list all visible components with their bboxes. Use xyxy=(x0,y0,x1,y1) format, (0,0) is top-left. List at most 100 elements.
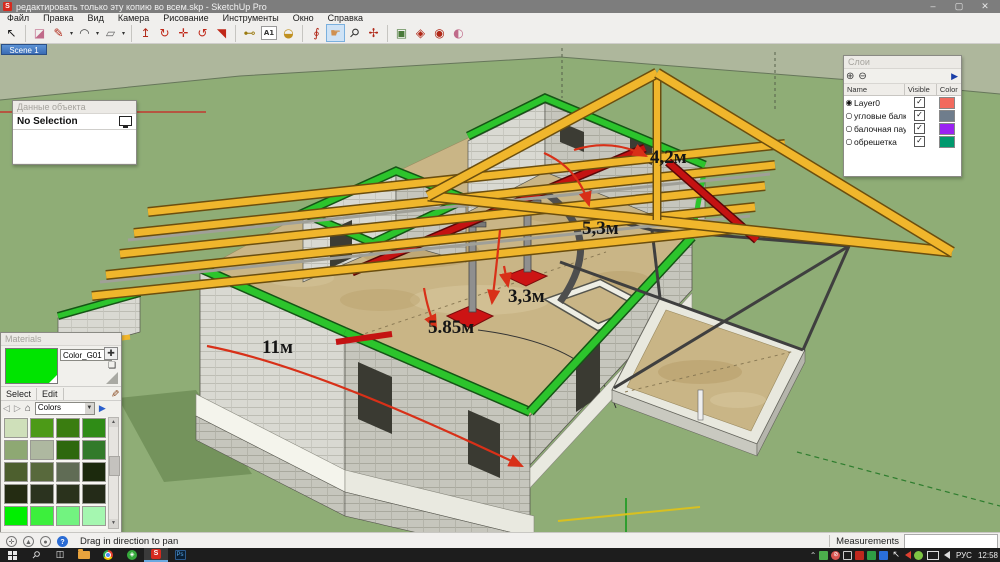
minimize-button[interactable]: – xyxy=(920,0,946,13)
muted-speaker-icon[interactable] xyxy=(905,551,911,559)
globe-tool[interactable]: ◉ xyxy=(430,24,449,42)
map-tool[interactable]: ◈ xyxy=(411,24,430,42)
text-tool[interactable]: A1 xyxy=(261,26,277,40)
close-button[interactable]: ✕ xyxy=(972,0,998,13)
color-swatch[interactable] xyxy=(4,484,28,504)
select-tool[interactable]: ↖ xyxy=(2,24,21,42)
file-explorer-button[interactable] xyxy=(72,548,96,562)
create-material-icon[interactable]: ✚ xyxy=(104,347,118,360)
scroll-up-icon[interactable]: ▲ xyxy=(109,418,118,427)
collection-dropdown[interactable]: Colors▼ xyxy=(35,402,95,415)
layer-row[interactable]: ○ обрешетка ✓ xyxy=(844,135,961,148)
color-swatch[interactable] xyxy=(82,440,106,460)
chrome-button[interactable] xyxy=(96,548,120,562)
measurements-input[interactable] xyxy=(904,534,998,549)
visible-checkbox[interactable]: ✓ xyxy=(914,136,925,147)
export-tool[interactable]: ◐ xyxy=(449,24,468,42)
color-swatch[interactable] xyxy=(30,506,54,526)
arc-tool-dropdown-icon[interactable]: ▾ xyxy=(94,30,101,37)
follow-me-tool[interactable]: ↺ xyxy=(193,24,212,42)
menu-edit[interactable]: Правка xyxy=(36,13,80,23)
sketchup-taskbar-button[interactable]: S xyxy=(144,548,168,562)
color-swatch[interactable] xyxy=(82,418,106,438)
column-name[interactable]: Name xyxy=(844,84,905,95)
scroll-down-icon[interactable]: ▼ xyxy=(109,519,118,528)
tray-icon-device[interactable] xyxy=(843,551,852,560)
layer-color-chip[interactable] xyxy=(939,123,955,135)
layer-color-chip[interactable] xyxy=(939,110,955,122)
color-swatch[interactable] xyxy=(4,440,28,460)
color-swatch[interactable] xyxy=(4,506,28,526)
visible-checkbox[interactable]: ✓ xyxy=(914,97,925,108)
layer-row[interactable]: ○ балочная паутина ✓ xyxy=(844,122,961,135)
color-swatch[interactable] xyxy=(82,506,106,526)
rotate-tool[interactable]: ↻ xyxy=(155,24,174,42)
line-tool-dropdown-icon[interactable]: ▾ xyxy=(68,30,75,37)
color-swatch[interactable] xyxy=(56,484,80,504)
color-swatch[interactable] xyxy=(56,506,80,526)
menu-window[interactable]: Окно xyxy=(286,13,321,23)
tray-icon-sphere[interactable] xyxy=(914,551,923,560)
color-swatch[interactable] xyxy=(30,440,54,460)
swatch-scrollbar[interactable]: ▲ ▼ xyxy=(108,417,119,529)
menu-draw[interactable]: Рисование xyxy=(156,13,215,23)
green-app-button[interactable]: ◈ xyxy=(120,548,144,562)
tab-edit[interactable]: Edit xyxy=(37,388,64,400)
visible-checkbox[interactable]: ✓ xyxy=(914,110,925,121)
color-swatch[interactable] xyxy=(56,418,80,438)
eyedropper-icon[interactable]: ✎ xyxy=(108,389,119,397)
active-layer-radio[interactable]: ○ xyxy=(844,137,854,146)
menu-tools[interactable]: Инструменты xyxy=(216,13,286,23)
active-layer-radio[interactable]: ○ xyxy=(844,111,854,120)
tape-measure-tool[interactable]: ⊷ xyxy=(240,24,259,42)
layer-row[interactable]: ○ угловые балки ✓ xyxy=(844,109,961,122)
active-layer-radio[interactable]: ◉ xyxy=(844,98,854,107)
forward-arrow-icon[interactable]: ▷ xyxy=(12,403,23,414)
tray-icon-blue-app[interactable] xyxy=(879,551,888,560)
photo-tool[interactable]: ▣ xyxy=(392,24,411,42)
volume-icon[interactable] xyxy=(944,551,950,559)
hidden-icons-icon[interactable]: ⌃ xyxy=(810,551,817,560)
layer-color-chip[interactable] xyxy=(939,97,955,109)
geolocation-icon[interactable]: ✛ xyxy=(6,536,17,547)
details-arrow-icon[interactable]: ▶ xyxy=(99,403,106,414)
help-icon[interactable]: ? xyxy=(57,536,68,547)
rectangle-tool-dropdown-icon[interactable]: ▾ xyxy=(120,30,127,37)
column-color[interactable]: Color xyxy=(937,84,961,95)
default-material-swatch[interactable] xyxy=(106,372,118,384)
entity-info-title[interactable]: Данные объекта xyxy=(13,101,136,114)
back-arrow-icon[interactable]: ◁ xyxy=(1,403,12,414)
credits-icon[interactable]: ▲ xyxy=(23,536,34,547)
color-swatch[interactable] xyxy=(30,418,54,438)
display-icon[interactable] xyxy=(927,551,939,560)
color-swatch[interactable] xyxy=(4,462,28,482)
eraser-tool[interactable]: ◪ xyxy=(30,24,49,42)
color-swatch[interactable] xyxy=(4,418,28,438)
visible-checkbox[interactable]: ✓ xyxy=(914,123,925,134)
color-swatch[interactable] xyxy=(56,440,80,460)
menu-file[interactable]: Файл xyxy=(0,13,36,23)
tray-icon-blocked[interactable]: ⊘ xyxy=(831,551,840,560)
remove-layer-button[interactable]: ⊖ xyxy=(856,71,868,82)
paint-details-icon[interactable]: ❏ xyxy=(106,360,118,371)
paint-bucket-tool[interactable]: ◒ xyxy=(279,24,298,42)
menu-view[interactable]: Вид xyxy=(81,13,111,23)
details-toggle-icon[interactable] xyxy=(119,116,132,126)
layers-title[interactable]: Слои xyxy=(844,56,961,69)
active-layer-radio[interactable]: ○ xyxy=(844,124,854,133)
layer-row[interactable]: ◉ Layer0 ✓ xyxy=(844,96,961,109)
color-swatch[interactable] xyxy=(82,462,106,482)
menu-help[interactable]: Справка xyxy=(321,13,370,23)
color-swatch[interactable] xyxy=(56,462,80,482)
color-swatch[interactable] xyxy=(30,462,54,482)
layers-menu-arrow-icon[interactable]: ▶ xyxy=(951,71,958,82)
tab-select[interactable]: Select xyxy=(1,388,37,400)
tray-icon-green[interactable] xyxy=(819,551,828,560)
line-tool[interactable]: ✎ xyxy=(49,24,68,42)
color-swatch[interactable] xyxy=(30,484,54,504)
task-view-button[interactable]: ◫ xyxy=(48,548,72,562)
move-tool[interactable]: ✛ xyxy=(174,24,193,42)
start-button[interactable] xyxy=(0,548,24,562)
restore-button[interactable]: ▢ xyxy=(946,0,972,13)
add-layer-button[interactable]: ⊕ xyxy=(844,71,856,82)
